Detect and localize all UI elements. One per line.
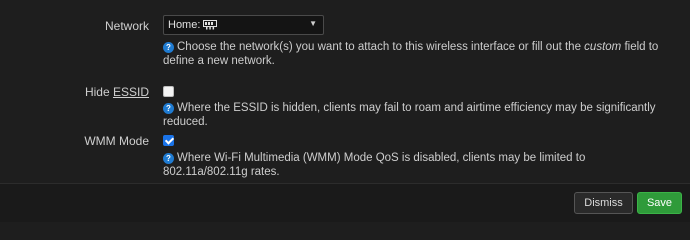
wmm-mode-checkbox[interactable] xyxy=(163,135,174,146)
wmm-mode-help: ? Where Wi-Fi Multimedia (WMM) Mode QoS i… xyxy=(163,151,673,179)
network-help-text-1: Choose the network(s) you want to attach… xyxy=(177,41,585,53)
network-select-value: Home: xyxy=(168,19,201,31)
hide-essid-checkbox[interactable] xyxy=(163,86,174,97)
network-help-text-emph: custom xyxy=(584,41,622,53)
network-help: ? Choose the network(s) you want to attac… xyxy=(163,40,673,68)
hide-essid-help-text: Where the ESSID is hidden, clients may f… xyxy=(163,102,656,128)
hide-essid-label-underlined: ESSID xyxy=(112,85,149,99)
wireless-settings-panel: Network Home: ▼ ? Choose the network(s) y… xyxy=(0,0,690,222)
hide-essid-field xyxy=(163,86,174,97)
help-icon: ? xyxy=(163,153,174,164)
chevron-down-icon[interactable]: ▼ xyxy=(309,19,317,28)
hide-essid-label: Hide ESSID xyxy=(85,85,149,99)
help-icon: ? xyxy=(163,103,174,114)
wmm-mode-field xyxy=(163,135,174,146)
wmm-mode-help-text: Where Wi-Fi Multimedia (WMM) Mode QoS is… xyxy=(163,152,586,178)
wmm-mode-label: WMM Mode xyxy=(84,134,149,148)
dismiss-button[interactable]: Dismiss xyxy=(574,192,633,214)
network-label: Network xyxy=(104,19,149,33)
hide-essid-label-pre: Hide xyxy=(84,85,113,99)
network-field: Home: ▼ xyxy=(163,15,324,35)
save-button[interactable]: Save xyxy=(637,192,682,214)
hide-essid-help: ? Where the ESSID is hidden, clients may … xyxy=(163,101,673,129)
wifi-network-icon xyxy=(203,20,218,30)
help-icon: ? xyxy=(163,42,174,53)
network-select[interactable]: Home: ▼ xyxy=(163,15,324,35)
